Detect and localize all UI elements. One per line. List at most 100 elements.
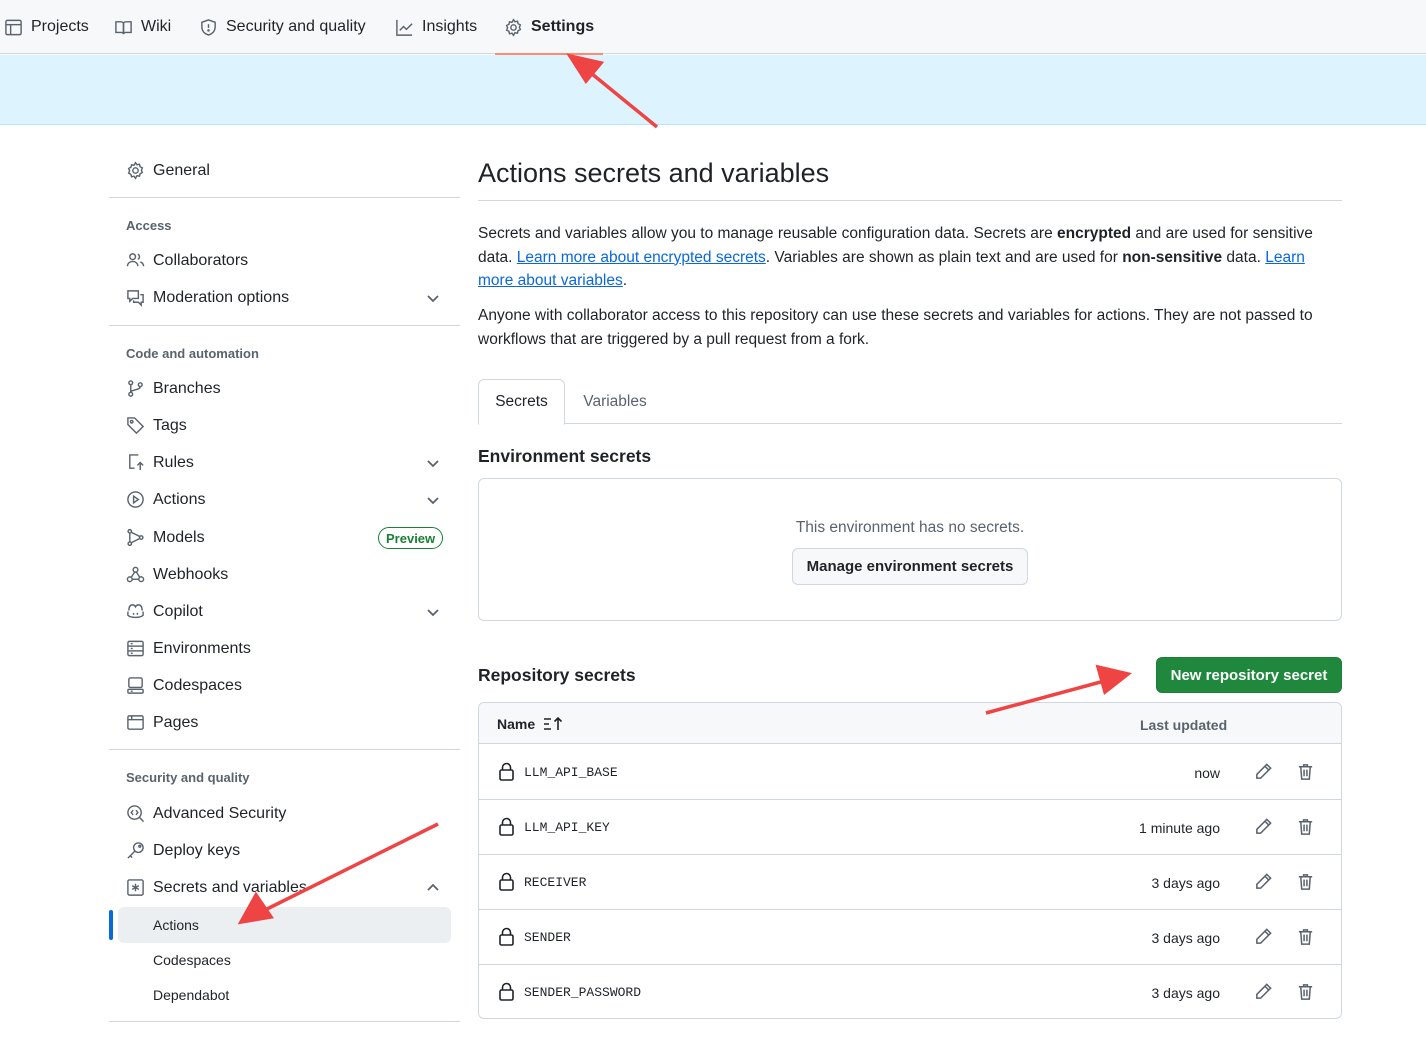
codespaces-icon	[126, 676, 146, 696]
chevron-down-icon[interactable]	[425, 290, 441, 306]
preview-badge: Preview	[378, 527, 444, 549]
sidebar-item-models[interactable]: Models Preview	[109, 521, 460, 555]
table-row: SENDER 3 days ago	[479, 910, 1341, 965]
models-icon	[126, 528, 146, 548]
trash-icon[interactable]	[1296, 927, 1316, 947]
pencil-icon[interactable]	[1254, 762, 1274, 782]
chevron-up-icon[interactable]	[425, 880, 441, 896]
sidebar-item-webhooks[interactable]: Webhooks	[109, 558, 460, 592]
table-row: LLM_API_BASE now	[479, 745, 1341, 800]
section-heading-access: Access	[126, 218, 172, 233]
sidebar-item-actions[interactable]: Actions	[109, 483, 460, 517]
divider	[109, 325, 460, 326]
trash-icon[interactable]	[1296, 872, 1316, 892]
gear-icon	[505, 17, 522, 37]
sidebar-item-copilot[interactable]: Copilot	[109, 595, 460, 629]
chevron-down-icon[interactable]	[425, 492, 441, 508]
text: data.	[1222, 248, 1266, 266]
intro-paragraph: Secrets and variables allow you to manag…	[478, 222, 1342, 293]
tab-variables[interactable]: Variables	[565, 379, 665, 424]
sidebar-item-codespaces[interactable]: Codespaces	[109, 669, 460, 703]
empty-state-text: This environment has no secrets.	[795, 519, 1025, 536]
sidebar-item-deploy-keys[interactable]: Deploy keys	[109, 834, 460, 868]
server-icon	[126, 639, 146, 659]
sidebar-item-pages[interactable]: Pages	[109, 706, 460, 740]
sidebar-subitem-codespaces[interactable]: Codespaces	[118, 942, 451, 978]
sidebar-item-label: Environments	[153, 640, 251, 657]
section-heading-security: Security and quality	[126, 770, 250, 785]
sidebar-item-general[interactable]: General	[109, 154, 460, 188]
sidebar-item-label: Copilot	[153, 603, 203, 620]
divider	[109, 1021, 460, 1022]
trash-icon[interactable]	[1296, 817, 1316, 837]
sort-ascending-icon[interactable]	[543, 716, 563, 732]
sidebar-item-label: Collaborators	[153, 252, 249, 269]
tab-label: Insights	[422, 18, 478, 35]
secret-name: SENDER_PASSWORD	[524, 985, 642, 1000]
divider	[109, 197, 460, 198]
sidebar-item-label: Codespaces	[153, 677, 242, 694]
secret-name: SENDER	[524, 930, 571, 945]
environment-secrets-box: This environment has no secrets. Manage …	[478, 478, 1342, 621]
new-repository-secret-button[interactable]: New repository secret	[1156, 657, 1342, 693]
trash-icon[interactable]	[1296, 982, 1316, 1002]
sidebar-item-collaborators[interactable]: Collaborators	[109, 244, 460, 278]
trash-icon[interactable]	[1296, 762, 1316, 782]
people-icon	[126, 251, 146, 271]
tab-settings[interactable]: Settings	[494, 0, 604, 55]
learn-more-secrets-link[interactable]: Learn more about encrypted secrets	[517, 249, 766, 266]
lock-icon	[498, 872, 515, 891]
pencil-icon[interactable]	[1254, 872, 1274, 892]
emphasis: non-sensitive	[1122, 248, 1223, 266]
table-row: RECEIVER 3 days ago	[479, 855, 1341, 910]
tab-wiki[interactable]: Wiki	[114, 0, 171, 54]
sidebar-item-rules[interactable]: Rules	[109, 446, 460, 480]
sidebar-item-moderation[interactable]: Moderation options	[109, 281, 460, 315]
tab-label: Wiki	[141, 18, 172, 35]
browser-icon	[126, 713, 146, 733]
emphasis: encrypted	[1057, 225, 1132, 242]
sidebar-item-label: Dependabot	[153, 987, 230, 1003]
sidebar-item-label: Secrets and variables	[153, 879, 307, 896]
comment-discussion-icon	[126, 288, 146, 308]
lock-icon	[498, 982, 515, 1001]
sidebar-item-advanced-security[interactable]: Advanced Security	[109, 797, 460, 831]
divider	[109, 749, 460, 750]
chevron-down-icon[interactable]	[425, 455, 441, 471]
text: Secrets and variables allow you to manag…	[478, 225, 1058, 242]
sidebar-subitem-actions[interactable]: Actions	[118, 907, 451, 943]
pencil-icon[interactable]	[1254, 982, 1274, 1002]
pencil-icon[interactable]	[1254, 817, 1274, 837]
copilot-icon	[126, 602, 146, 622]
sidebar-item-label: Models	[153, 529, 205, 546]
pencil-icon[interactable]	[1254, 927, 1274, 947]
secrets-variables-tabs: Secrets Variables	[478, 379, 1342, 425]
secret-name: RECEIVER	[524, 875, 587, 890]
sidebar-item-branches[interactable]: Branches	[109, 372, 460, 406]
chevron-down-icon[interactable]	[425, 604, 441, 620]
table-header: Name Last updated	[479, 703, 1341, 744]
sidebar-item-label: Codespaces	[153, 952, 231, 968]
info-banner	[0, 55, 1426, 125]
tab-projects[interactable]: Projects	[4, 0, 89, 54]
book-icon	[115, 20, 132, 34]
sidebar-subitem-dependabot[interactable]: Dependabot	[118, 977, 451, 1013]
sidebar-item-environments[interactable]: Environments	[109, 632, 460, 666]
last-updated: now	[1194, 765, 1220, 781]
lock-icon	[498, 927, 515, 946]
shield-icon	[201, 18, 216, 36]
table-row: LLM_API_KEY 1 minute ago	[479, 800, 1341, 855]
last-updated-column-header: Last updated	[1140, 717, 1228, 733]
repository-secrets-heading: Repository secrets	[478, 665, 636, 685]
sidebar-item-secrets-and-variables[interactable]: Secrets and variables	[109, 871, 460, 905]
secret-name: LLM_API_KEY	[524, 820, 610, 835]
sidebar-item-tags[interactable]: Tags	[109, 409, 460, 443]
key-icon	[126, 841, 146, 861]
environment-secrets-heading: Environment secrets	[478, 446, 652, 466]
tab-security[interactable]: Security and quality	[199, 0, 366, 54]
table-row: SENDER_PASSWORD 3 days ago	[479, 965, 1341, 1018]
tab-insights[interactable]: Insights	[395, 0, 477, 54]
tab-secrets[interactable]: Secrets	[478, 379, 565, 425]
name-column-header[interactable]: Name	[497, 716, 563, 732]
manage-environment-secrets-button[interactable]: Manage environment secrets	[792, 548, 1028, 585]
